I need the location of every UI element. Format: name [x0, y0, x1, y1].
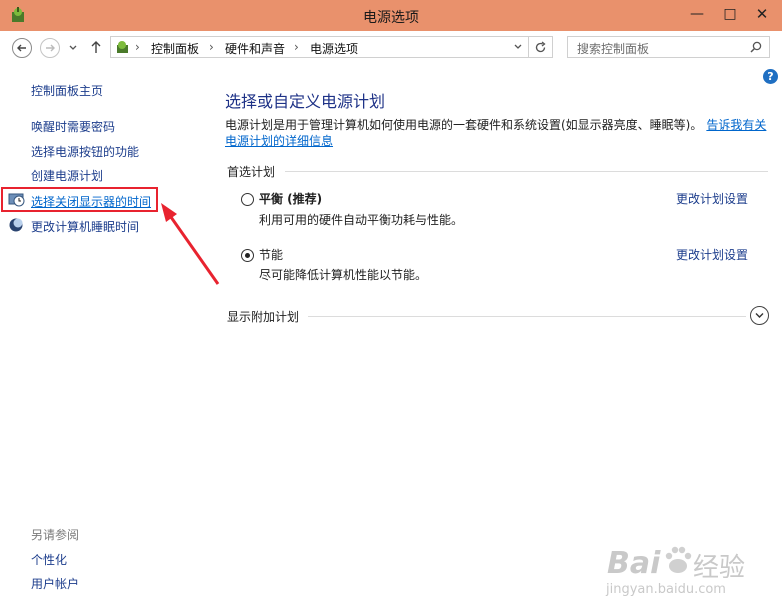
refresh-button[interactable] — [529, 36, 553, 58]
forward-button[interactable] — [40, 38, 60, 58]
intro-text-body: 电源计划是用于管理计算机如何使用电源的一套硬件和系统设置(如显示器亮度、睡眠等)… — [225, 118, 703, 132]
chevron-down-icon — [755, 313, 764, 318]
watermark-brand-2: 经验 — [693, 553, 746, 583]
breadcrumb-item-hardware-sound[interactable]: 硬件和声音 — [225, 40, 285, 57]
address-dropdown-icon[interactable] — [514, 44, 522, 50]
plan-balanced-change-link[interactable]: 更改计划设置 — [676, 190, 748, 207]
search-box[interactable]: 搜索控制面板 — [567, 36, 770, 58]
intro-text: 电源计划是用于管理计算机如何使用电源的一套硬件和系统设置(如显示器亮度、睡眠等)… — [225, 116, 766, 133]
maximize-button[interactable]: □ — [715, 0, 745, 28]
plan-balanced-radio[interactable] — [241, 193, 254, 206]
maximize-icon: □ — [723, 6, 737, 22]
control-panel-icon — [117, 41, 128, 53]
breadcrumb-item-control-panel[interactable]: 控制面板 — [151, 40, 199, 57]
plan-power-saver-name[interactable]: 节能 — [259, 246, 283, 263]
plan-balanced-desc: 利用可用的硬件自动平衡功耗与性能。 — [259, 213, 464, 227]
sidebar-home-link[interactable]: 控制面板主页 — [31, 82, 103, 99]
plan-power-saver-desc: 尽可能降低计算机性能以节能。 — [259, 268, 428, 282]
breadcrumb-separator-icon: › — [294, 40, 299, 54]
plan-power-saver-change-link[interactable]: 更改计划设置 — [676, 246, 748, 263]
highlight-box — [1, 187, 158, 212]
see-also-personalization[interactable]: 个性化 — [31, 551, 67, 568]
watermark-url: jingyan.baidu.com — [606, 582, 726, 597]
title-bar: 电源选项 — □ ✕ — [0, 0, 782, 31]
breadcrumb-separator-icon: › — [209, 40, 214, 54]
breadcrumb-separator-icon: › — [135, 40, 140, 54]
up-arrow-icon[interactable] — [90, 40, 102, 54]
arrow-left-icon — [17, 44, 26, 52]
learn-more-link-continued[interactable]: 电源计划的详细信息 — [225, 132, 333, 149]
plan-power-saver-radio[interactable] — [241, 249, 254, 262]
preferred-plans-title: 首选计划 — [227, 165, 276, 179]
section-divider — [308, 316, 746, 317]
close-button[interactable]: ✕ — [747, 0, 777, 28]
annotation-arrow-icon — [161, 203, 220, 285]
window-title: 电源选项 — [363, 10, 419, 26]
section-divider — [285, 171, 768, 172]
watermark-brand: Bai — [607, 546, 661, 581]
help-icon[interactable]: ? — [763, 69, 778, 84]
minimize-button[interactable]: — — [682, 0, 712, 28]
breadcrumb-item-power-options[interactable]: 电源选项 — [310, 40, 358, 57]
see-also-title: 另请参阅 — [31, 528, 80, 542]
search-icon[interactable] — [750, 41, 762, 53]
breadcrumb[interactable]: › 控制面板 › 硬件和声音 › 电源选项 — [110, 36, 529, 58]
more-plans-label[interactable]: 显示附加计划 — [227, 308, 299, 325]
sleep-moon-icon — [9, 218, 23, 232]
minimize-icon: — — [690, 6, 704, 22]
refresh-icon — [535, 41, 546, 53]
search-input[interactable]: 搜索控制面板 — [577, 40, 649, 57]
close-icon: ✕ — [755, 5, 769, 23]
sidebar-item-power-button[interactable]: 选择电源按钮的功能 — [31, 143, 139, 160]
plan-balanced-name[interactable]: 平衡 (推荐) — [259, 190, 322, 207]
recent-locations-chevron-icon[interactable] — [69, 45, 77, 51]
paw-icon — [665, 546, 692, 573]
learn-more-link[interactable]: 告诉我有关 — [706, 118, 766, 132]
sidebar-item-sleep-time[interactable]: 更改计算机睡眠时间 — [31, 218, 139, 235]
page-title: 选择或自定义电源计划 — [225, 92, 386, 111]
back-button[interactable] — [12, 38, 32, 58]
sidebar-item-wake-password[interactable]: 唤醒时需要密码 — [31, 118, 115, 135]
expand-more-plans-button[interactable] — [750, 306, 769, 325]
arrow-right-icon — [46, 44, 55, 52]
address-bar: › 控制面板 › 硬件和声音 › 电源选项 搜索控制面板 — [0, 31, 782, 65]
see-also-user-accounts[interactable]: 用户帐户 — [31, 575, 79, 592]
sidebar-item-create-plan[interactable]: 创建电源计划 — [31, 167, 103, 184]
